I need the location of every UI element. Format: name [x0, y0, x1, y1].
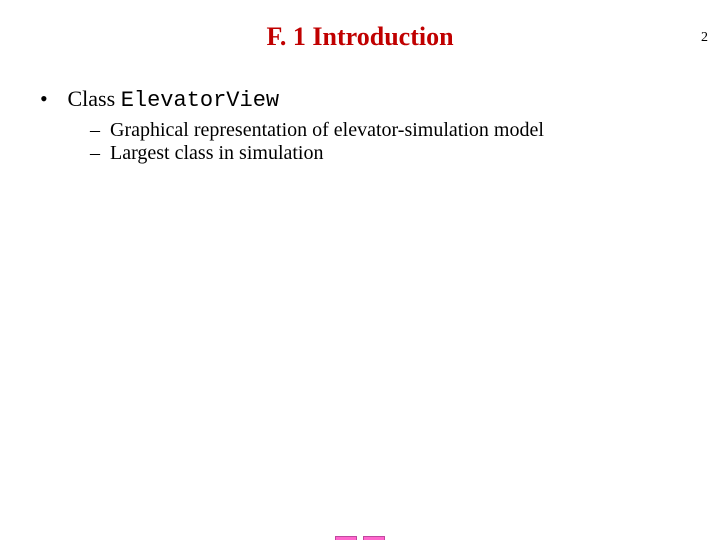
page-number: 2: [701, 30, 708, 46]
slide-title: F. 1 Introduction: [0, 22, 720, 52]
bullet-main: Class ElevatorView Graphical representat…: [40, 86, 690, 165]
slide-content: Class ElevatorView Graphical representat…: [40, 86, 690, 165]
prev-button[interactable]: [335, 536, 357, 540]
bullet-main-prefix: Class: [68, 86, 121, 111]
nav-buttons: [335, 536, 385, 540]
bullet-main-class: ElevatorView: [121, 88, 279, 113]
bullet-sub-1: Graphical representation of elevator-sim…: [90, 119, 690, 142]
next-button[interactable]: [363, 536, 385, 540]
bullet-sub-2: Largest class in simulation: [90, 142, 690, 165]
